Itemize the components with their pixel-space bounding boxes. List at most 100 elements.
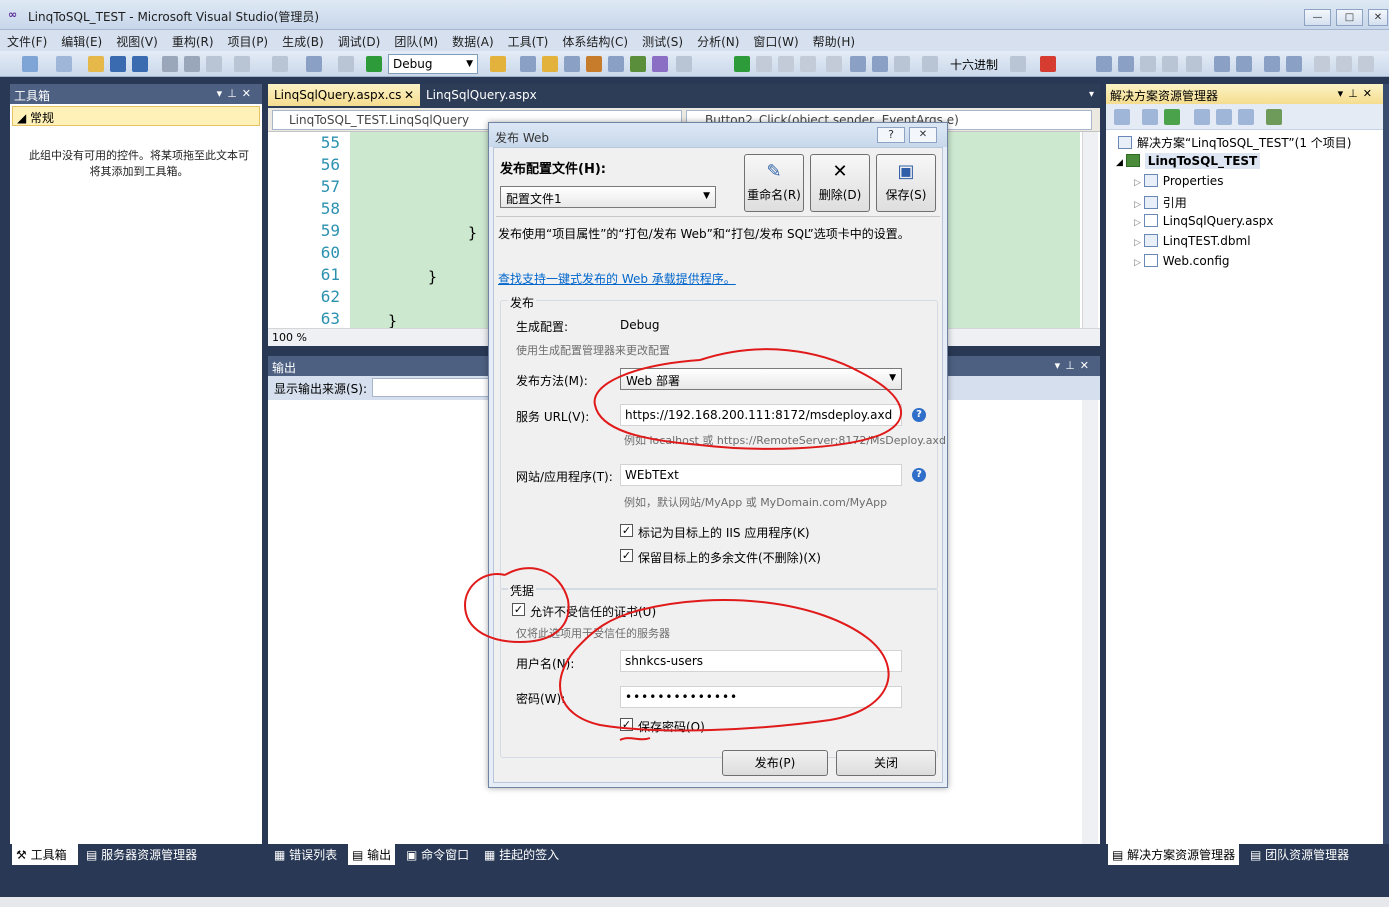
zoom-level[interactable]: 100 % bbox=[272, 331, 307, 344]
object-browser-icon[interactable] bbox=[564, 56, 580, 72]
view-designer-icon[interactable] bbox=[1216, 109, 1232, 125]
dialog-help-button[interactable]: ? bbox=[877, 127, 905, 143]
delete-button[interactable]: ✕ 删除(D) bbox=[810, 154, 870, 212]
find-icon[interactable] bbox=[922, 56, 938, 72]
breakpoints-icon[interactable] bbox=[1010, 56, 1026, 72]
indent-icon[interactable] bbox=[1214, 56, 1230, 72]
toolbox-group-general[interactable]: ◢ 常规 bbox=[12, 106, 260, 126]
output-scrollbar[interactable] bbox=[1082, 400, 1098, 844]
step-out-icon[interactable] bbox=[894, 56, 910, 72]
solution-root-node[interactable]: 解决方案“LinqToSQL_TEST”(1 个项目) bbox=[1118, 134, 1351, 151]
copy-website-icon[interactable] bbox=[1266, 109, 1282, 125]
tree-icon[interactable] bbox=[1118, 56, 1134, 72]
tree-item-web-config[interactable]: ▷ Web.config bbox=[1134, 254, 1230, 268]
vertical-scrollbar[interactable] bbox=[1082, 132, 1098, 328]
tab-toolbox[interactable]: ⚒ 工具箱 bbox=[12, 843, 78, 865]
password-input[interactable]: •••••••••••••• bbox=[620, 686, 902, 708]
outdent-icon[interactable] bbox=[1236, 56, 1252, 72]
restart-icon[interactable] bbox=[800, 56, 816, 72]
tree-item-properties[interactable]: ▷ Properties bbox=[1134, 174, 1223, 188]
help-icon[interactable]: ? bbox=[912, 408, 926, 422]
new-project-icon[interactable] bbox=[22, 56, 38, 72]
menu-build[interactable]: 生成(B) bbox=[275, 30, 331, 50]
menu-data[interactable]: 数据(A) bbox=[445, 30, 501, 50]
tab-pending-checkins[interactable]: ▦ 挂起的签入 bbox=[480, 843, 563, 865]
tab-team-explorer[interactable]: ▤ 团队资源管理器 bbox=[1246, 843, 1353, 865]
minimize-button[interactable]: — bbox=[1304, 9, 1331, 26]
menu-tools[interactable]: 工具(T) bbox=[501, 30, 556, 50]
open-icon[interactable] bbox=[88, 56, 104, 72]
copy-icon[interactable] bbox=[184, 56, 200, 72]
snap-icon[interactable] bbox=[1358, 56, 1374, 72]
panel-pin-close-icon[interactable]: ▾⊥✕ bbox=[1338, 87, 1377, 100]
add-item-icon[interactable] bbox=[56, 56, 72, 72]
menu-edit[interactable]: 编辑(E) bbox=[54, 30, 109, 50]
menu-test[interactable]: 测试(S) bbox=[635, 30, 690, 50]
start-page-icon[interactable] bbox=[608, 56, 624, 72]
publish-method-select[interactable]: Web 部署 ▼ bbox=[620, 368, 902, 390]
refresh-icon[interactable] bbox=[1164, 109, 1180, 125]
site-application-input[interactable]: WEbTExt bbox=[620, 464, 902, 486]
properties-icon[interactable] bbox=[542, 56, 558, 72]
tab-output[interactable]: ▤ 输出 bbox=[348, 843, 396, 865]
show-next-statement-icon[interactable] bbox=[826, 56, 842, 72]
cut-icon[interactable] bbox=[162, 56, 178, 72]
pause-icon[interactable] bbox=[756, 56, 772, 72]
menu-architecture[interactable]: 体系结构(C) bbox=[555, 30, 635, 50]
save-all-icon[interactable] bbox=[132, 56, 148, 72]
tree-item-references[interactable]: ▷ 引用 bbox=[1134, 194, 1187, 211]
save-icon[interactable] bbox=[110, 56, 126, 72]
panel-pin-close-icon[interactable]: ▾⊥✕ bbox=[1055, 359, 1094, 372]
view-class-diagram-icon[interactable] bbox=[1238, 109, 1254, 125]
tree-item-linqtest-dbml[interactable]: ▷ LinqTEST.dbml bbox=[1134, 234, 1251, 248]
view-code-icon[interactable] bbox=[1194, 109, 1210, 125]
redo-icon[interactable] bbox=[272, 56, 288, 72]
menu-debug[interactable]: 调试(D) bbox=[331, 30, 388, 50]
extension-manager-icon[interactable] bbox=[630, 56, 646, 72]
font-icon[interactable] bbox=[1162, 56, 1178, 72]
uncomment-icon[interactable] bbox=[1286, 56, 1302, 72]
navigate-back-icon[interactable] bbox=[306, 56, 322, 72]
tab-server-explorer[interactable]: ▤ 服务器资源管理器 bbox=[82, 843, 201, 865]
close-button[interactable]: ✕ bbox=[1368, 9, 1388, 26]
paste-icon[interactable] bbox=[206, 56, 222, 72]
rename-button[interactable]: ✎ 重命名(R) bbox=[744, 154, 804, 212]
maximize-button[interactable]: □ bbox=[1336, 9, 1363, 26]
stop-icon[interactable] bbox=[778, 56, 794, 72]
step-into-icon[interactable] bbox=[850, 56, 866, 72]
menu-help[interactable]: 帮助(H) bbox=[806, 30, 862, 50]
align-icon[interactable] bbox=[1264, 56, 1280, 72]
step-over-icon[interactable] bbox=[872, 56, 888, 72]
profile-select[interactable]: 配置文件1 ▼ bbox=[500, 186, 716, 208]
tab-dropdown-icon[interactable]: ▾ bbox=[1089, 89, 1094, 100]
menu-analyze[interactable]: 分析(N) bbox=[690, 30, 746, 50]
panel-pin-close-icon[interactable]: ▾⊥✕ bbox=[217, 87, 256, 100]
menu-view[interactable]: 视图(V) bbox=[109, 30, 165, 50]
iis-app-checkbox[interactable]: ✓ bbox=[620, 524, 633, 537]
team-explorer-icon[interactable] bbox=[652, 56, 668, 72]
continue-icon[interactable] bbox=[734, 56, 750, 72]
tab-command-window[interactable]: ▣ 命令窗口 bbox=[402, 843, 473, 865]
publish-button[interactable]: 发布(P) bbox=[722, 750, 828, 776]
menu-team[interactable]: 团队(M) bbox=[387, 30, 445, 50]
menu-window[interactable]: 窗口(W) bbox=[746, 30, 805, 50]
navigate-forward-icon[interactable] bbox=[338, 56, 354, 72]
tab-linqsqlquery-cs[interactable]: LinqSqlQuery.aspx.cs ✕ bbox=[268, 84, 420, 106]
undo-icon[interactable] bbox=[234, 56, 250, 72]
output-source-select[interactable] bbox=[372, 378, 492, 397]
solution-configuration-select[interactable]: Debug ▼ bbox=[388, 54, 478, 74]
service-url-input[interactable]: https://192.168.200.111:8172/msdeploy.ax… bbox=[620, 404, 902, 426]
comment-icon[interactable] bbox=[1186, 56, 1202, 72]
untrusted-cert-checkbox[interactable]: ✓ bbox=[512, 603, 525, 616]
record-icon[interactable] bbox=[1040, 56, 1056, 72]
design-view-icon[interactable] bbox=[1096, 56, 1112, 72]
show-all-files-icon[interactable] bbox=[1142, 109, 1158, 125]
tree-item-linqsqlquery-aspx[interactable]: ▷ LinqSqlQuery.aspx bbox=[1134, 214, 1274, 228]
toolbox-icon[interactable] bbox=[586, 56, 602, 72]
hexadecimal-toggle[interactable]: 十六进制 bbox=[950, 56, 998, 73]
start-debug-icon[interactable] bbox=[366, 56, 382, 72]
find-in-files-icon[interactable] bbox=[490, 56, 506, 72]
dialog-close-x-button[interactable]: ✕ bbox=[909, 127, 937, 143]
tab-order-icon[interactable] bbox=[1336, 56, 1352, 72]
tab-error-list[interactable]: ▦ 错误列表 bbox=[270, 843, 341, 865]
